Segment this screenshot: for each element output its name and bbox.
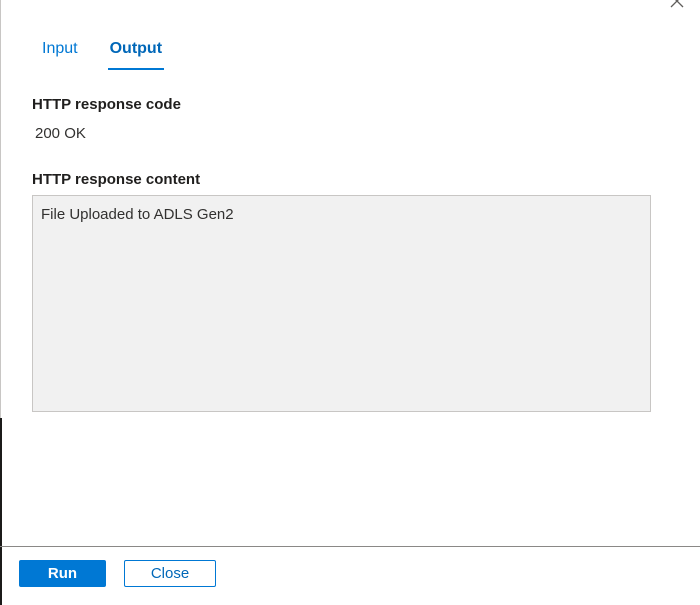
tab-output[interactable]: Output <box>107 34 165 70</box>
footer-divider <box>0 546 700 547</box>
response-code-value: 200 OK <box>35 125 86 142</box>
tab-bar: Input Output <box>40 34 165 70</box>
response-content-label: HTTP response content <box>32 171 201 188</box>
response-code-label: HTTP response code <box>32 96 181 113</box>
tab-input[interactable]: Input <box>40 34 80 70</box>
response-content-box[interactable]: File Uploaded to ADLS Gen2 <box>32 195 651 412</box>
panel-left-shadow <box>0 418 2 605</box>
close-button[interactable]: Close <box>124 560 216 587</box>
test-run-panel: Input Output HTTP response code 200 OK H… <box>0 0 700 605</box>
close-icon[interactable] <box>670 0 684 8</box>
response-content-text: File Uploaded to ADLS Gen2 <box>41 206 234 223</box>
run-button[interactable]: Run <box>19 560 106 587</box>
